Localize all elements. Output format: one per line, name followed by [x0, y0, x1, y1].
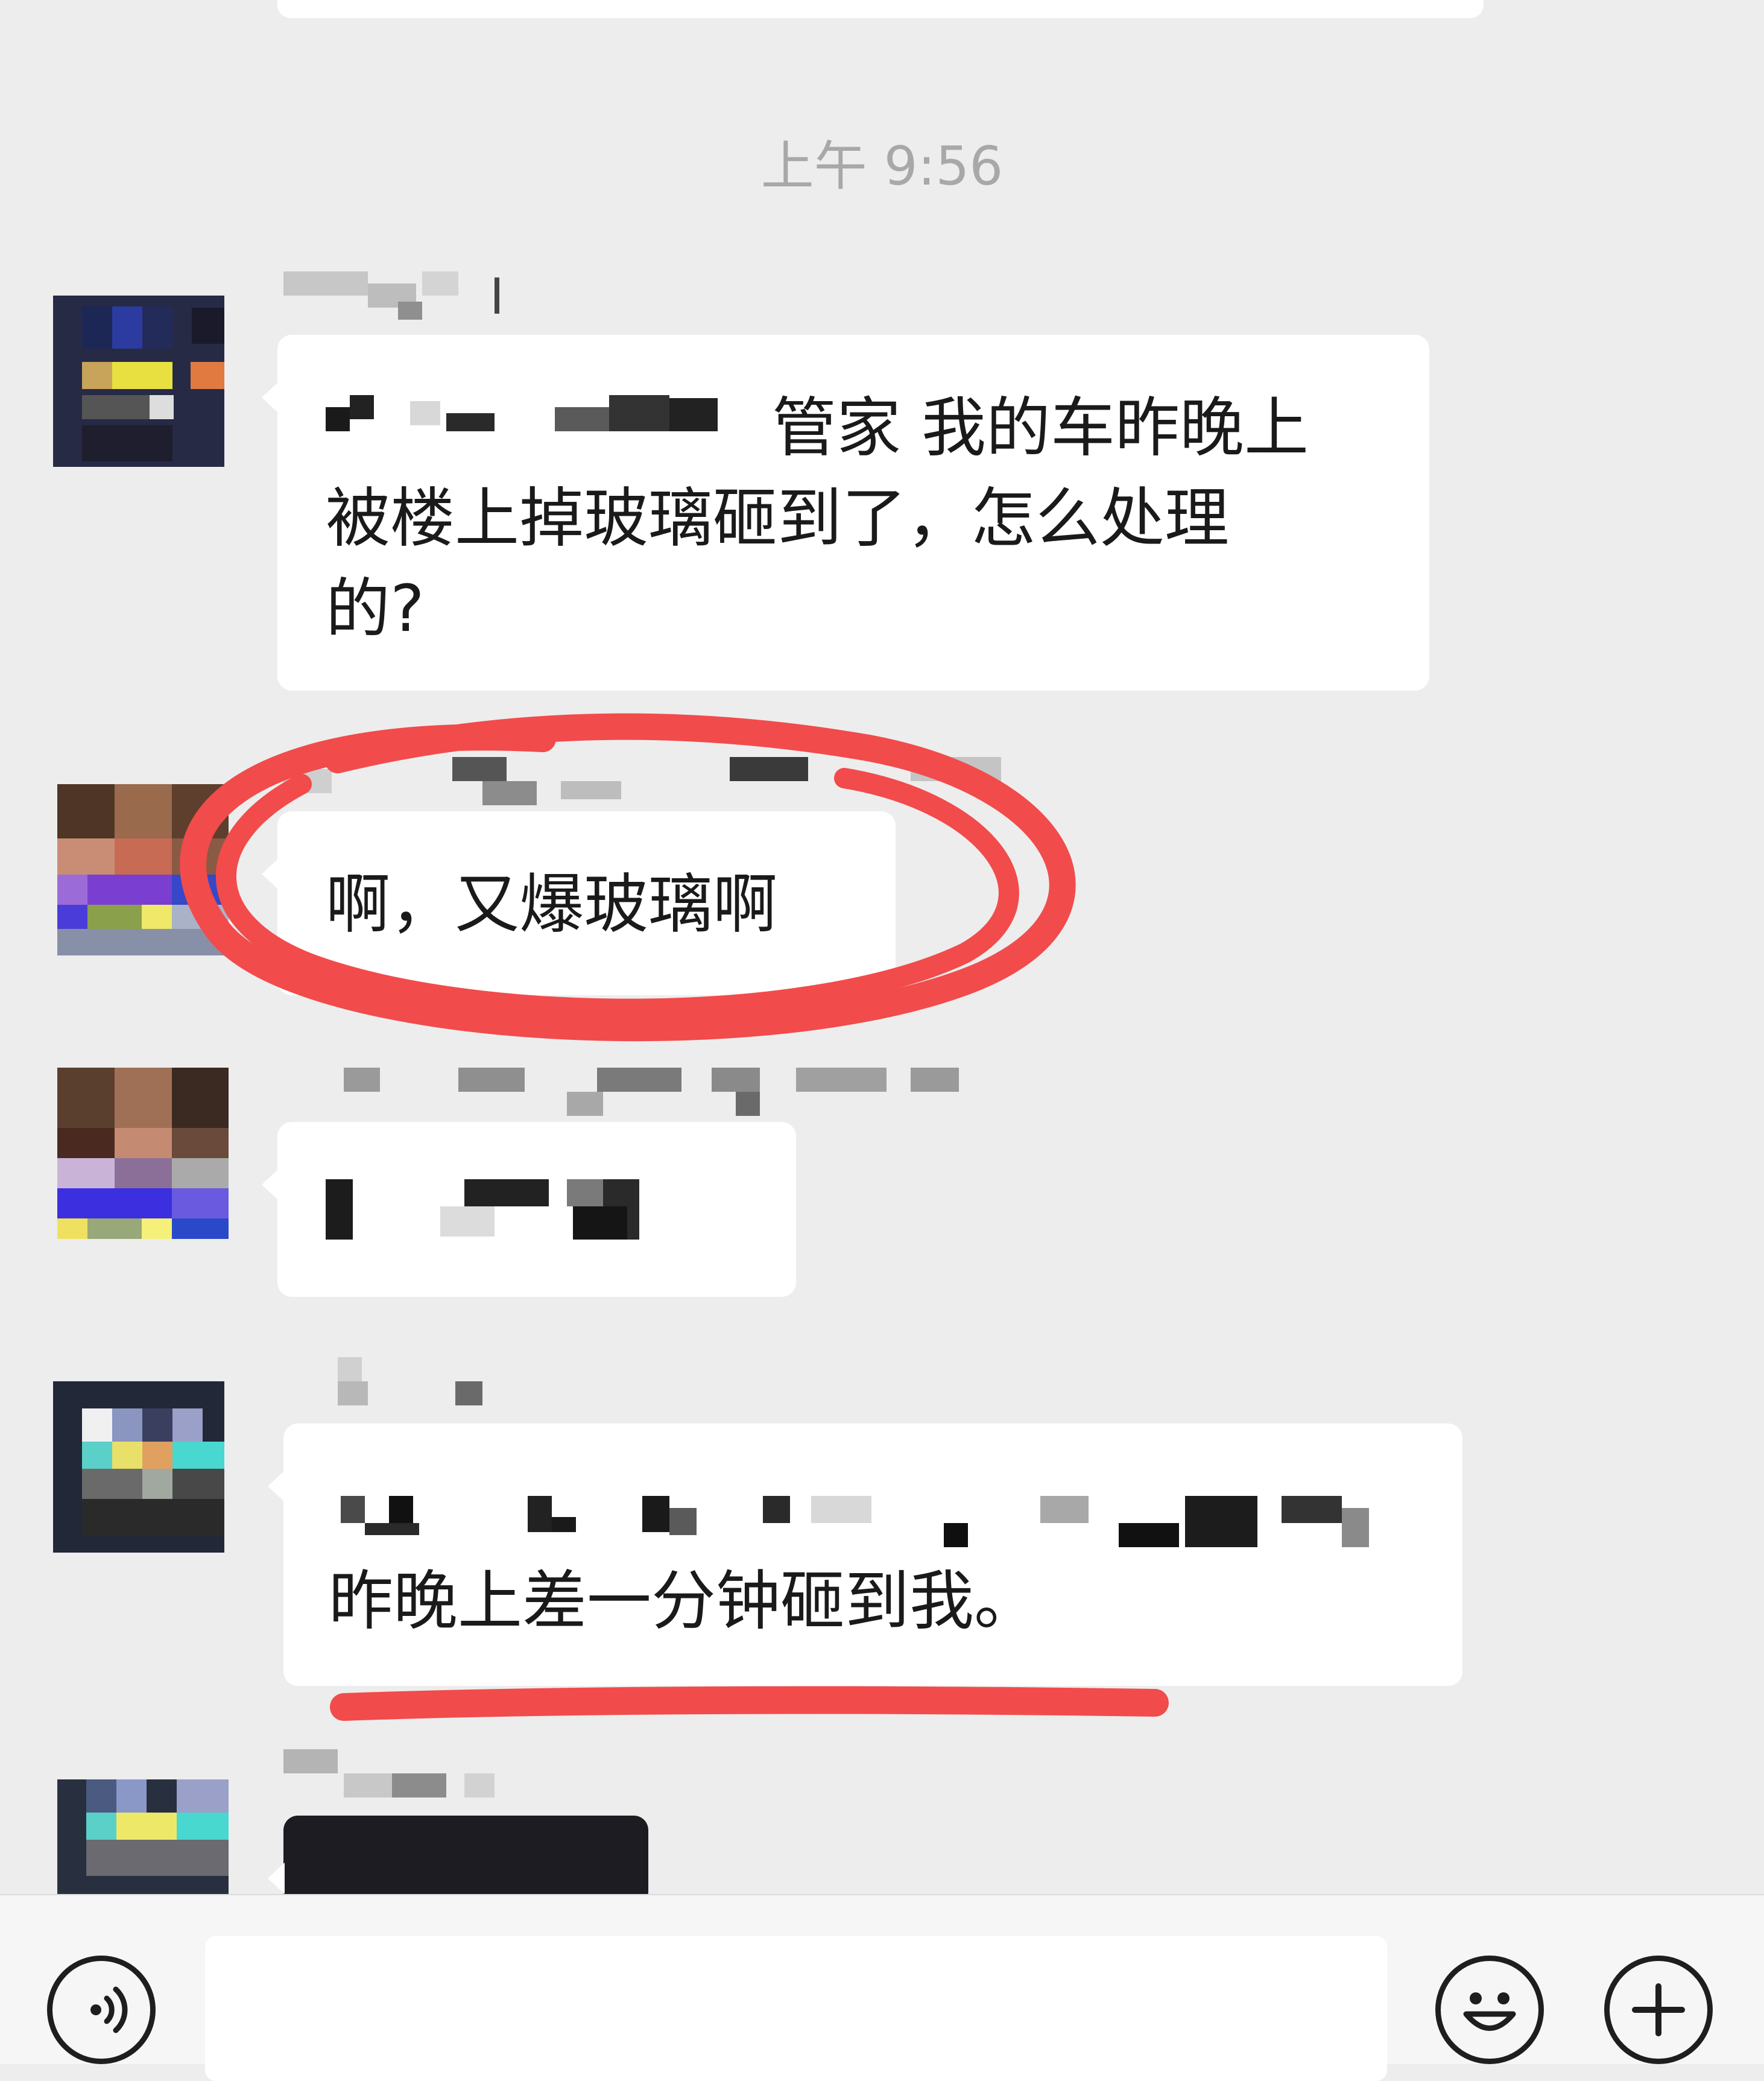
sender-name-redacted [283, 1068, 1007, 1116]
message-text-line2: 被楼上掉玻璃砸到了，怎么处理 [326, 481, 1230, 556]
message-bubble[interactable] [262, 1122, 796, 1297]
sender-name-redacted [338, 1357, 495, 1405]
message-text-redacted [326, 1179, 748, 1240]
avatar[interactable] [57, 784, 229, 955]
sender-name-redacted [283, 757, 1007, 805]
avatar[interactable] [53, 1381, 224, 1553]
image-message[interactable] [268, 1816, 648, 1894]
message-text-line2: 昨晚上差一分钟砸到我。 [329, 1564, 1039, 1639]
sender-name-redacted [283, 271, 501, 320]
more-button[interactable] [1604, 1956, 1713, 2064]
avatar[interactable] [57, 1068, 229, 1239]
input-bar [0, 1894, 1764, 2081]
message-bubble[interactable]: 昨晚上差一分钟砸到我。 [268, 1424, 1462, 1686]
avatar[interactable] [53, 296, 224, 467]
chat-area[interactable]: 上午 9:56 管家 我的车昨晚上 被楼上掉玻璃砸到了，怎么处理 的? 啊，又爆… [0, 0, 1764, 1894]
message-text: 啊，又爆玻璃啊 [326, 867, 778, 942]
voice-icon [90, 1986, 128, 2033]
message-input[interactable] [205, 1936, 1387, 2081]
emoji-icon [1463, 1992, 1516, 2031]
message-text-line3: 的? [326, 572, 425, 647]
previous-message-bubble[interactable] [277, 0, 1484, 18]
voice-button[interactable] [47, 1956, 156, 2064]
message-text-redacted [326, 383, 760, 443]
message-text-redacted [341, 1496, 1396, 1550]
emoji-button[interactable] [1435, 1956, 1544, 2064]
avatar[interactable] [57, 1779, 229, 1894]
sender-name-redacted [283, 1749, 501, 1798]
message-text-line1: 管家 我的车昨晚上 [772, 391, 1309, 466]
timestamp: 上午 9:56 [760, 135, 1004, 197]
message-bubble[interactable]: 啊，又爆玻璃啊 [262, 811, 896, 995]
plus-icon [1632, 1983, 1685, 2036]
message-bubble[interactable]: 管家 我的车昨晚上 被楼上掉玻璃砸到了，怎么处理 的? [262, 335, 1429, 691]
